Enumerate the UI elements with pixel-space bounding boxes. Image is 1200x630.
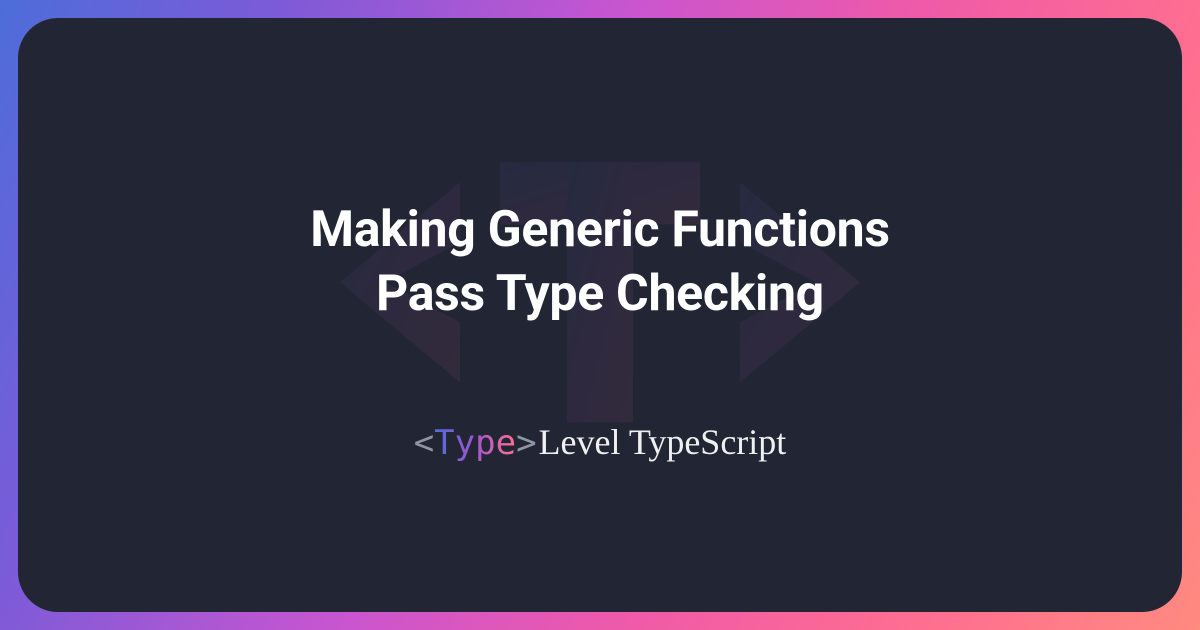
bracket-open: < bbox=[414, 423, 434, 463]
title-line-2: Pass Type Checking bbox=[376, 265, 824, 323]
content: Making Generic Functions Pass Type Check… bbox=[310, 168, 890, 463]
page-title: Making Generic Functions Pass Type Check… bbox=[310, 198, 890, 326]
brand-type-word: Type bbox=[434, 423, 516, 463]
brand-wordmark: <Type>Level TypeScript bbox=[414, 421, 787, 463]
brand-rest: Level TypeScript bbox=[539, 421, 787, 463]
bracket-close: > bbox=[516, 423, 536, 463]
card: Making Generic Functions Pass Type Check… bbox=[18, 18, 1182, 612]
gradient-frame: Making Generic Functions Pass Type Check… bbox=[0, 0, 1200, 630]
title-line-1: Making Generic Functions bbox=[310, 201, 890, 259]
